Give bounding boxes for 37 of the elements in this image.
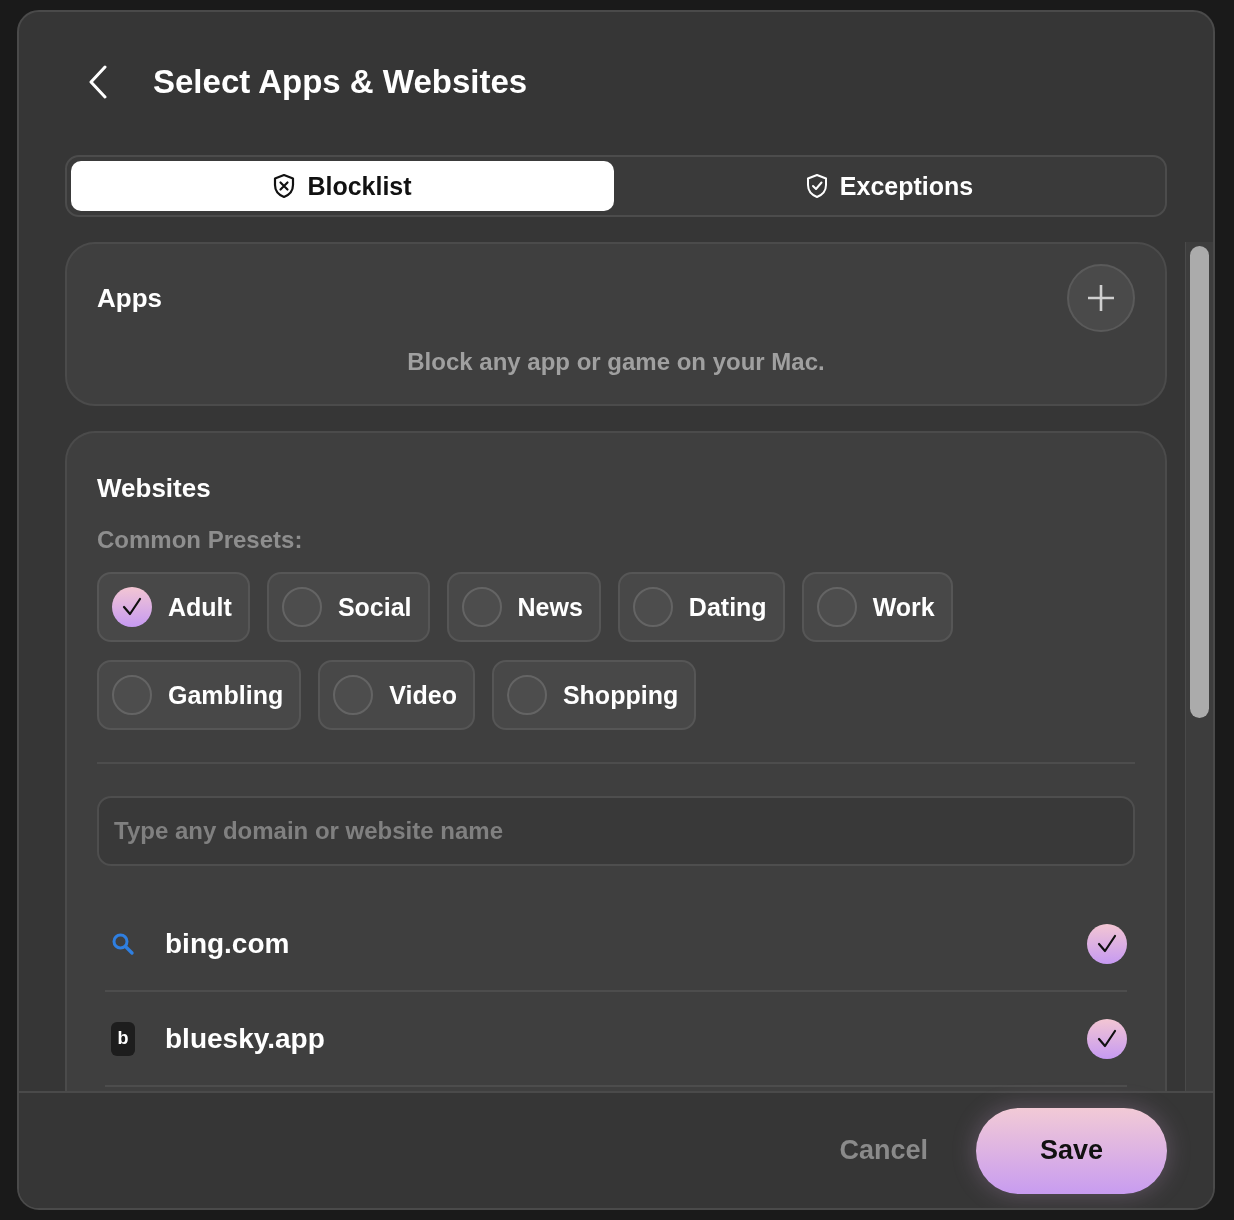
domain-input-field[interactable]: Type any domain or website name	[97, 796, 1135, 866]
preset-chip[interactable]: Adult	[97, 572, 250, 642]
checkbox[interactable]	[333, 675, 374, 715]
tab[interactable]: Blocklist	[71, 161, 614, 211]
shield-x-icon	[273, 173, 296, 199]
plus-icon	[1086, 283, 1116, 313]
preset-chip[interactable]: News	[446, 572, 601, 642]
domain-name: bing.com	[165, 927, 291, 960]
checkbox[interactable]	[816, 587, 857, 627]
preset-chip[interactable]: Gambling	[97, 660, 302, 730]
back-button[interactable]	[87, 63, 109, 100]
section-title: Websites	[97, 473, 212, 504]
checkbox[interactable]	[281, 587, 322, 627]
checkbox[interactable]	[461, 587, 502, 627]
preset-chip[interactable]: Work	[801, 572, 953, 642]
dialog-title: Select Apps & Websites	[153, 62, 528, 101]
preset-chip[interactable]: Video	[318, 660, 475, 730]
search-icon	[111, 931, 135, 956]
preset-chip[interactable]: Dating	[617, 572, 785, 642]
save-button[interactable]: Save	[976, 1107, 1167, 1194]
domain-name: bluesky.app	[165, 1022, 326, 1055]
checkbox[interactable]	[112, 675, 152, 715]
checkbox[interactable]	[632, 587, 673, 627]
checkbox[interactable]	[1087, 1018, 1127, 1059]
shield-check-icon	[805, 173, 828, 199]
checkbox[interactable]	[112, 587, 152, 627]
apps-description: Block any app or game on your Mac.	[406, 348, 826, 376]
cancel-button[interactable]: Cancel	[839, 1135, 928, 1166]
checkbox[interactable]	[506, 675, 547, 715]
tab[interactable]: Exceptions	[618, 161, 1161, 211]
site-logo-icon: b	[111, 1021, 135, 1056]
presets-label: Common Presets:	[97, 526, 304, 554]
preset-chip[interactable]: Shopping	[491, 660, 697, 730]
scrollbar[interactable]	[1185, 242, 1213, 1091]
preset-chip[interactable]: Social	[266, 572, 430, 642]
checkbox[interactable]	[1087, 923, 1127, 964]
section-title: Apps	[97, 282, 162, 314]
